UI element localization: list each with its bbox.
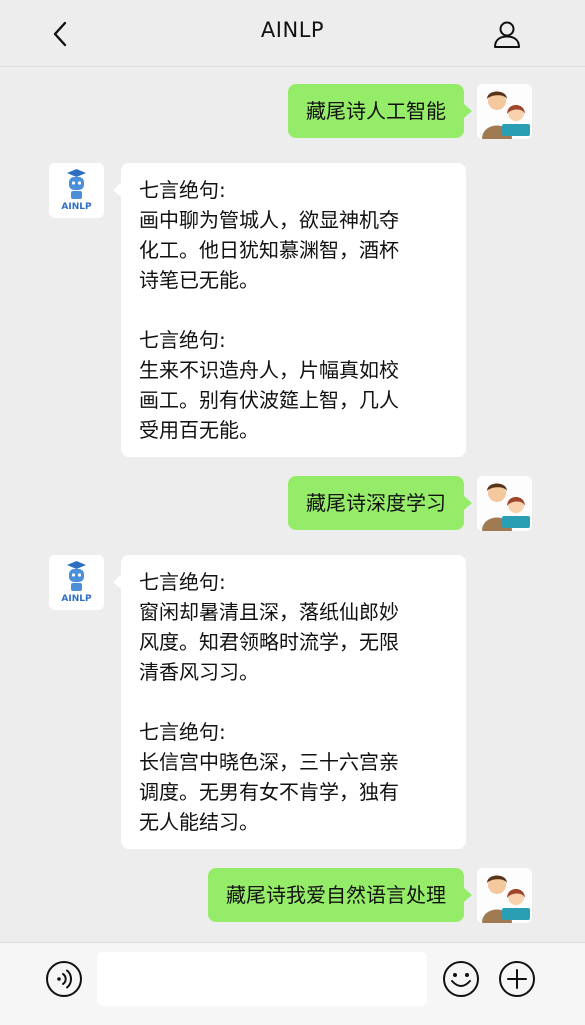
poem-line: 窗闲却暑清且深，落纸仙郎妙 bbox=[139, 600, 399, 624]
message-input[interactable] bbox=[97, 952, 427, 1006]
poem-heading: 七言绝句: bbox=[139, 178, 226, 202]
poem: 七言绝句: 生来不识造舟人，片幅真如校 画工。别有伏波筵上智，几人 受用百无能。 bbox=[139, 325, 448, 445]
user-avatar[interactable] bbox=[477, 84, 532, 139]
poem: 七言绝句: 窗闲却暑清且深，落纸仙郎妙 风度。知君领略时流学，无限 清香风习习。 bbox=[139, 567, 448, 687]
poem-line: 生来不识造舟人，片幅真如校 bbox=[139, 358, 399, 382]
message-text: 藏尾诗我爱自然语言处理 bbox=[226, 883, 446, 907]
bot-message-bubble[interactable]: 七言绝句: 画中聊为管城人，欲显神机夺 化工。他日犹知慕渊智，酒杯 诗笔已无能。… bbox=[113, 163, 466, 457]
emoji-icon bbox=[443, 961, 479, 997]
bot-logo-text: AINLP bbox=[61, 202, 92, 212]
poem-heading: 七言绝句: bbox=[139, 328, 226, 352]
bot-logo-text: AINLP bbox=[61, 594, 92, 604]
voice-icon bbox=[46, 961, 82, 997]
voice-button[interactable] bbox=[44, 959, 84, 999]
poem-heading: 七言绝句: bbox=[139, 570, 226, 594]
user-message-bubble[interactable]: 藏尾诗我爱自然语言处理 bbox=[208, 868, 472, 922]
message-text: 藏尾诗深度学习 bbox=[306, 491, 446, 515]
poem-line: 画工。别有伏波筵上智，几人 bbox=[139, 388, 399, 412]
message-list[interactable]: 藏尾诗人工智能 AINLP 七言绝句: 画中聊为管城人，欲显神机夺 化工。他日犹… bbox=[0, 66, 585, 942]
user-message-bubble[interactable]: 藏尾诗深度学习 bbox=[288, 476, 472, 530]
poem: 七言绝句: 长信宫中晓色深，三十六宫亲 调度。无男有女不肯学，独有 无人能结习。 bbox=[139, 717, 448, 837]
profile-button[interactable] bbox=[487, 14, 527, 54]
user-avatar[interactable] bbox=[477, 868, 532, 923]
plus-icon bbox=[499, 961, 535, 997]
family-avatar-icon bbox=[477, 476, 532, 531]
chat-header: AINLP bbox=[0, 0, 585, 67]
poem: 七言绝句: 画中聊为管城人，欲显神机夺 化工。他日犹知慕渊智，酒杯 诗笔已无能。 bbox=[139, 175, 448, 295]
poem-heading: 七言绝句: bbox=[139, 720, 226, 744]
poem-line: 调度。无男有女不肯学，独有 bbox=[139, 780, 399, 804]
message-text: 藏尾诗人工智能 bbox=[306, 99, 446, 123]
poem-line: 化工。他日犹知慕渊智，酒杯 bbox=[139, 238, 399, 262]
user-message-bubble[interactable]: 藏尾诗人工智能 bbox=[288, 84, 472, 138]
family-avatar-icon bbox=[477, 868, 532, 923]
poem-line: 无人能结习。 bbox=[139, 810, 259, 834]
poem-line: 诗笔已无能。 bbox=[139, 268, 259, 292]
poem-line: 受用百无能。 bbox=[139, 418, 259, 442]
person-icon bbox=[494, 21, 520, 48]
emoji-button[interactable] bbox=[441, 959, 481, 999]
poem-line: 清香风习习。 bbox=[139, 660, 259, 684]
bot-message-bubble[interactable]: 七言绝句: 窗闲却暑清且深，落纸仙郎妙 风度。知君领略时流学，无限 清香风习习。… bbox=[113, 555, 466, 849]
poem-line: 风度。知君领略时流学，无限 bbox=[139, 630, 399, 654]
family-avatar-icon bbox=[477, 84, 532, 139]
poem-line: 长信宫中晓色深，三十六宫亲 bbox=[139, 750, 399, 774]
bot-avatar[interactable]: AINLP bbox=[49, 163, 104, 218]
more-button[interactable] bbox=[497, 959, 537, 999]
poem-line: 画中聊为管城人，欲显神机夺 bbox=[139, 208, 399, 232]
bot-avatar[interactable]: AINLP bbox=[49, 555, 104, 610]
user-avatar[interactable] bbox=[477, 476, 532, 531]
